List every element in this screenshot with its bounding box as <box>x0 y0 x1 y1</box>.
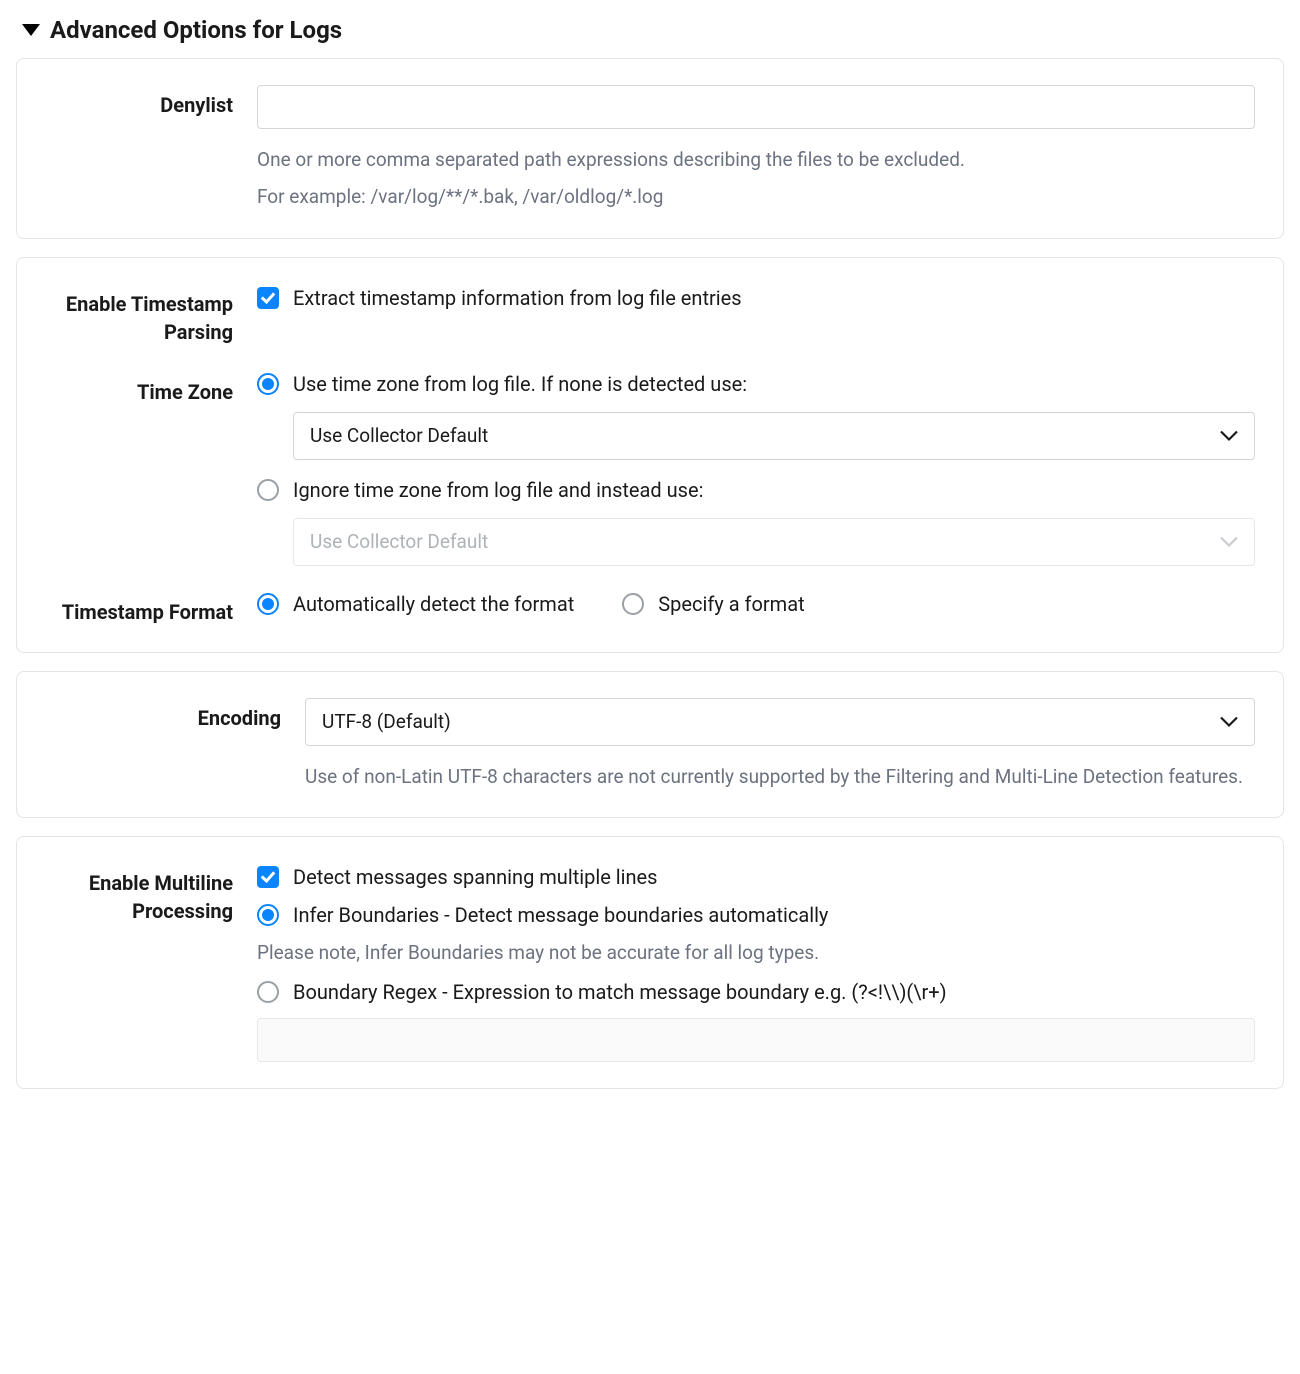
multiline-infer-radio[interactable] <box>257 904 279 926</box>
encoding-select-value: UTF-8 (Default) <box>322 710 451 733</box>
advanced-options-toggle[interactable]: Advanced Options for Logs <box>22 16 1284 44</box>
enable-timestamp-label: Enable Timestamp Parsing <box>33 284 233 346</box>
encoding-help: Use of non-Latin UTF-8 characters are no… <box>305 762 1255 791</box>
timezone-ignore-select-value: Use Collector Default <box>310 530 488 553</box>
timezone-ignore-select: Use Collector Default <box>293 518 1255 566</box>
encoding-label: Encoding <box>33 698 281 732</box>
denylist-input[interactable] <box>257 85 1255 129</box>
timezone-use-file-select[interactable]: Use Collector Default <box>293 412 1255 460</box>
denylist-label: Denylist <box>33 85 233 119</box>
chevron-down-icon <box>1220 716 1238 727</box>
multiline-regex-input <box>257 1018 1255 1062</box>
denylist-panel: Denylist One or more comma separated pat… <box>16 58 1284 239</box>
multiline-label: Enable Multiline Processing <box>33 863 233 925</box>
timezone-ignore-text: Ignore time zone from log file and inste… <box>293 478 703 502</box>
chevron-down-icon <box>1220 430 1238 441</box>
timezone-use-file-radio[interactable] <box>257 373 279 395</box>
multiline-panel: Enable Multiline Processing Detect messa… <box>16 836 1284 1089</box>
multiline-regex-text: Boundary Regex - Expression to match mes… <box>293 980 947 1004</box>
multiline-infer-note: Please note, Infer Boundaries may not be… <box>257 941 1255 964</box>
multiline-detect-text: Detect messages spanning multiple lines <box>293 865 657 889</box>
caret-down-icon <box>22 24 40 36</box>
format-specify-text: Specify a format <box>658 592 804 616</box>
denylist-help2: For example: /var/log/**/*.bak, /var/old… <box>257 182 1255 211</box>
timezone-ignore-radio[interactable] <box>257 479 279 501</box>
encoding-panel: Encoding UTF-8 (Default) Use of non-Lati… <box>16 671 1284 818</box>
multiline-infer-text: Infer Boundaries - Detect message bounda… <box>293 903 828 927</box>
timestamp-panel: Enable Timestamp Parsing Extract timesta… <box>16 257 1284 653</box>
enable-timestamp-text: Extract timestamp information from log f… <box>293 286 742 310</box>
encoding-select[interactable]: UTF-8 (Default) <box>305 698 1255 746</box>
timezone-label: Time Zone <box>33 372 233 406</box>
chevron-down-icon <box>1220 536 1238 547</box>
timezone-use-file-text: Use time zone from log file. If none is … <box>293 372 747 396</box>
timestamp-format-label: Timestamp Format <box>33 592 233 626</box>
denylist-help1: One or more comma separated path express… <box>257 145 1255 174</box>
format-specify-radio[interactable] <box>622 593 644 615</box>
multiline-regex-radio[interactable] <box>257 981 279 1003</box>
section-title: Advanced Options for Logs <box>50 16 342 44</box>
multiline-detect-checkbox[interactable] <box>257 866 279 888</box>
timezone-use-file-select-value: Use Collector Default <box>310 424 488 447</box>
format-auto-text: Automatically detect the format <box>293 592 574 616</box>
enable-timestamp-checkbox[interactable] <box>257 287 279 309</box>
format-auto-radio[interactable] <box>257 593 279 615</box>
